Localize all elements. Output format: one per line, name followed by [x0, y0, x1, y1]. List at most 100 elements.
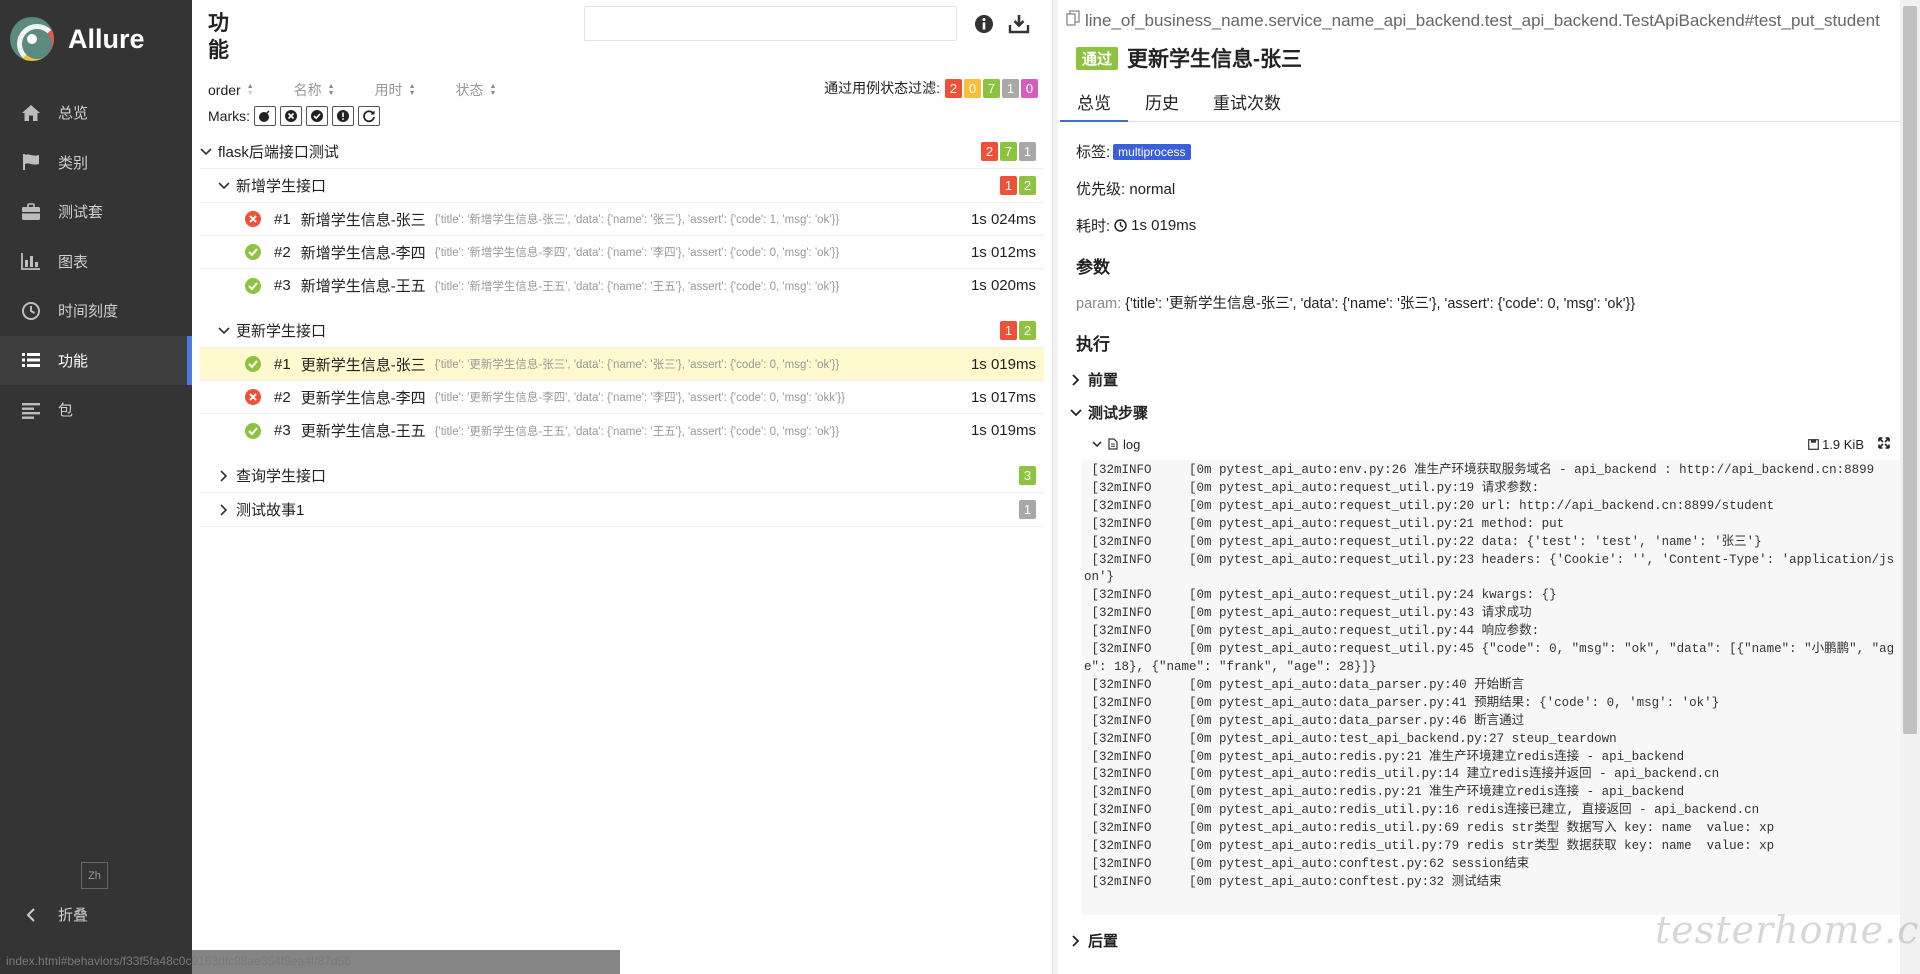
count-passed: 7 [1000, 142, 1017, 161]
table-row-selected[interactable]: #1 更新学生信息-张三 {'title': '更新学生信息-张三', 'dat… [200, 348, 1044, 381]
log-line: [32mINFO [0m pytest_api_auto:request_uti… [1084, 516, 1565, 531]
info-icon[interactable] [974, 14, 994, 38]
sort-duration[interactable]: 用时 ▲ ▼ [375, 80, 416, 100]
expand-icon[interactable] [1878, 436, 1890, 452]
attachment-size-value: 1.9 KiB [1822, 436, 1864, 452]
copy-icon[interactable] [1066, 10, 1080, 31]
sort-arrows-icon: ▲ ▼ [489, 83, 497, 97]
exclamation-circle-icon [337, 110, 349, 122]
count-failed: 1 [1000, 321, 1017, 340]
page-scrollbar[interactable] [1900, 0, 1920, 974]
tree-group-update-student[interactable]: 更新学生接口 1 2 [200, 314, 1044, 348]
sort-status-label: 状态 [455, 82, 484, 98]
row-name: 新增学生信息-李四 [300, 244, 426, 262]
pane-splitter[interactable] [1052, 0, 1058, 974]
row-duration: 1s 012ms [970, 243, 1036, 261]
tab-retries[interactable]: 重试次数 [1196, 86, 1298, 122]
log-line: [32mINFO [0m pytest_api_auto:test_api_ba… [1084, 731, 1617, 746]
sort-name[interactable]: 名称 ▲ ▼ [294, 80, 335, 100]
filter-skipped[interactable]: 1 [1002, 78, 1019, 98]
sidebar-item-label: 包 [58, 402, 74, 420]
chevron-down-icon [200, 147, 212, 156]
chevron-right-icon [218, 503, 230, 516]
sidebar-item-packages[interactable]: 包 [0, 385, 192, 435]
duration-line: 耗时: 1s 019ms [1076, 215, 1196, 236]
count-failed: 2 [981, 142, 998, 161]
sidebar-item-timeline[interactable]: 时间刻度 [0, 286, 192, 336]
row-duration: 1s 017ms [970, 388, 1036, 406]
save-icon [1808, 438, 1819, 450]
sort-arrows-icon: ▲ ▼ [408, 83, 416, 97]
sort-arrows-icon: ▲ ▼ [246, 83, 254, 97]
group-counts: 1 2 [998, 176, 1036, 195]
tree-group-root[interactable]: flask后端接口测试 2 7 1 [200, 135, 1044, 169]
test-name: 更新学生信息-张三 [1127, 48, 1303, 71]
sidebar-item-suites[interactable]: 测试套 [0, 187, 192, 237]
table-row[interactable]: #1 新增学生信息-张三 {'title': '新增学生信息-张三', 'dat… [200, 203, 1044, 236]
download-icon[interactable] [1008, 14, 1030, 38]
setup-toggle[interactable]: 前置 [1070, 369, 1118, 390]
filter-passed[interactable]: 7 [983, 78, 1000, 98]
filter-broken[interactable]: 0 [964, 78, 981, 98]
language-switch[interactable]: Zh [81, 862, 108, 889]
row-params: {'title': '新增学生信息-张三', 'data': {'name': … [434, 214, 840, 226]
severity-line: 优先级: normal [1076, 181, 1176, 198]
tree-group-name: 测试故事1 [236, 502, 305, 519]
mark-new-passed-button[interactable] [306, 106, 328, 126]
filter-failed[interactable]: 2 [945, 78, 962, 98]
nav-menu: 总览 类别 测试套 图表 时间刻度 功能 包 [0, 88, 192, 435]
count-failed: 1 [1000, 176, 1017, 195]
table-row[interactable]: #2 新增学生信息-李四 {'title': '新增学生信息-李四', 'dat… [200, 236, 1044, 269]
collapse-button[interactable]: 折叠 [20, 904, 88, 925]
tree-group-add-student[interactable]: 新增学生接口 1 2 [200, 169, 1044, 203]
exec-title: 执行 [1076, 335, 1110, 354]
tree-group-name: 查询学生接口 [236, 468, 327, 485]
tree-group-story1[interactable]: 测试故事1 1 [200, 493, 1044, 527]
params-title: 参数 [1076, 258, 1110, 277]
mark-new-broken-button[interactable] [332, 106, 354, 126]
search-input[interactable] [584, 6, 957, 41]
count-passed: 2 [1019, 321, 1036, 340]
flag-icon [20, 151, 42, 173]
chevron-down-icon [1092, 440, 1102, 448]
status-filter-label: 通过用例状态过滤: [824, 80, 940, 96]
teardown-label: 后置 [1088, 933, 1119, 950]
attachment-header[interactable]: log 1.9 KiB [1092, 433, 1894, 455]
brand-name: Allure [68, 23, 145, 54]
sort-order[interactable]: order ▲ ▼ [208, 82, 254, 98]
attachment-name: log [1123, 436, 1141, 452]
table-row[interactable]: #3 新增学生信息-王五 {'title': '新增学生信息-王五', 'dat… [200, 269, 1044, 302]
tab-overview[interactable]: 总览 [1060, 86, 1128, 122]
mark-retries-button[interactable] [358, 106, 380, 126]
brand[interactable]: Allure [0, 0, 192, 78]
log-line: [32mINFO [0m pytest_api_auto:redis_util.… [1084, 821, 1775, 836]
file-icon [1108, 438, 1118, 450]
home-icon [20, 102, 42, 124]
sort-bar: order ▲ ▼ 名称 ▲ ▼ 用时 ▲ ▼ 状态 ▲ ▼ 通过用例状态过滤: 2 0 7 1… [208, 78, 1038, 101]
group-counts: 2 7 1 [979, 142, 1036, 161]
row-params: {'title': '更新学生信息-李四', 'data': {'name': … [434, 392, 845, 404]
tab-history[interactable]: 历史 [1128, 86, 1196, 122]
row-number: #3 [274, 422, 291, 439]
toolbar [974, 14, 1030, 38]
watermark: testerhome.com [1655, 908, 1920, 952]
filter-unknown[interactable]: 0 [1021, 78, 1038, 98]
scrollbar-thumb[interactable] [1903, 6, 1917, 734]
sidebar-item-graphs[interactable]: 图表 [0, 237, 192, 287]
log-line: [32mINFO [0m pytest_api_auto:redis_util.… [1084, 839, 1775, 854]
sidebar-item-overview[interactable]: 总览 [0, 88, 192, 138]
sort-status[interactable]: 状态 ▲ ▼ [456, 80, 497, 100]
teardown-toggle[interactable]: 后置 [1070, 930, 1118, 951]
table-row[interactable]: #3 更新学生信息-王五 {'title': '更新学生信息-王五', 'dat… [200, 414, 1044, 447]
mark-new-failed-button[interactable] [280, 106, 302, 126]
steps-toggle[interactable]: 测试步骤 [1070, 402, 1148, 423]
sidebar-item-behaviors[interactable]: 功能 [0, 335, 192, 385]
table-row[interactable]: #2 更新学生信息-李四 {'title': '更新学生信息-李四', 'dat… [200, 381, 1044, 414]
sidebar-item-categories[interactable]: 类别 [0, 138, 192, 188]
log-line: [32mINFO [0m pytest_api_auto:request_uti… [1084, 624, 1540, 639]
mark-flaky-button[interactable] [254, 106, 276, 126]
failed-status-icon [245, 211, 261, 227]
setup-label: 前置 [1088, 372, 1119, 389]
tree-group-query-student[interactable]: 查询学生接口 3 [200, 459, 1044, 493]
row-params: {'title': '更新学生信息-张三', 'data': {'name': … [434, 359, 840, 371]
